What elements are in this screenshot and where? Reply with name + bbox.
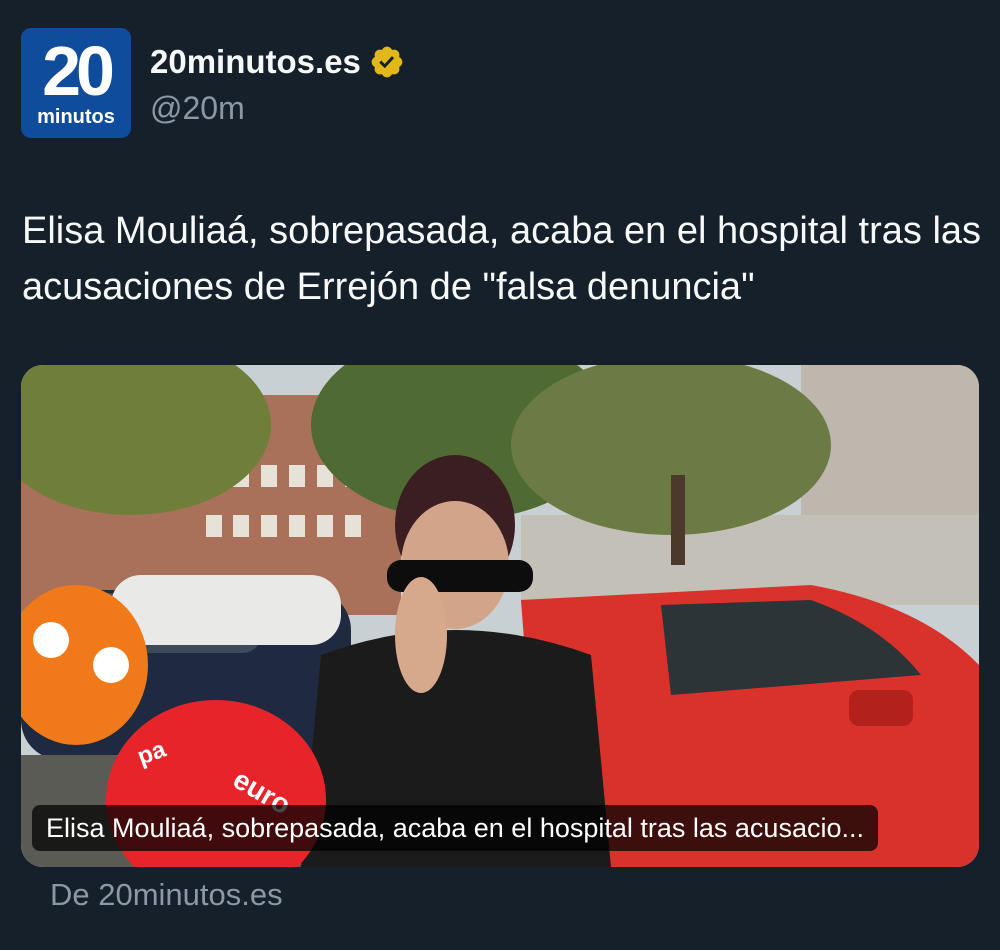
- avatar[interactable]: 20 minutos: [21, 28, 131, 138]
- avatar-logo-number: 20: [42, 32, 115, 110]
- tweet-text: Elisa Mouliaá, sobrepasada, acaba en el …: [22, 210, 982, 308]
- verified-badge-icon: [371, 46, 403, 78]
- video-caption: Elisa Mouliaá, sobrepasada, acaba en el …: [32, 805, 878, 851]
- tweet-card: 20 minutos 20minutos.es @20m Elisa Mouli…: [0, 0, 1000, 950]
- source-link[interactable]: De 20minutos.es: [50, 875, 283, 915]
- display-name[interactable]: 20minutos.es: [150, 42, 361, 82]
- video-thumbnail[interactable]: euro pa Elisa Mouliaá, sobrepasada, acab…: [21, 365, 979, 867]
- video-scene-image: euro pa: [21, 365, 979, 867]
- avatar-logo-word: minutos: [37, 106, 115, 128]
- account-handle[interactable]: @20m: [150, 88, 245, 128]
- account-name-row: 20minutos.es: [150, 40, 405, 84]
